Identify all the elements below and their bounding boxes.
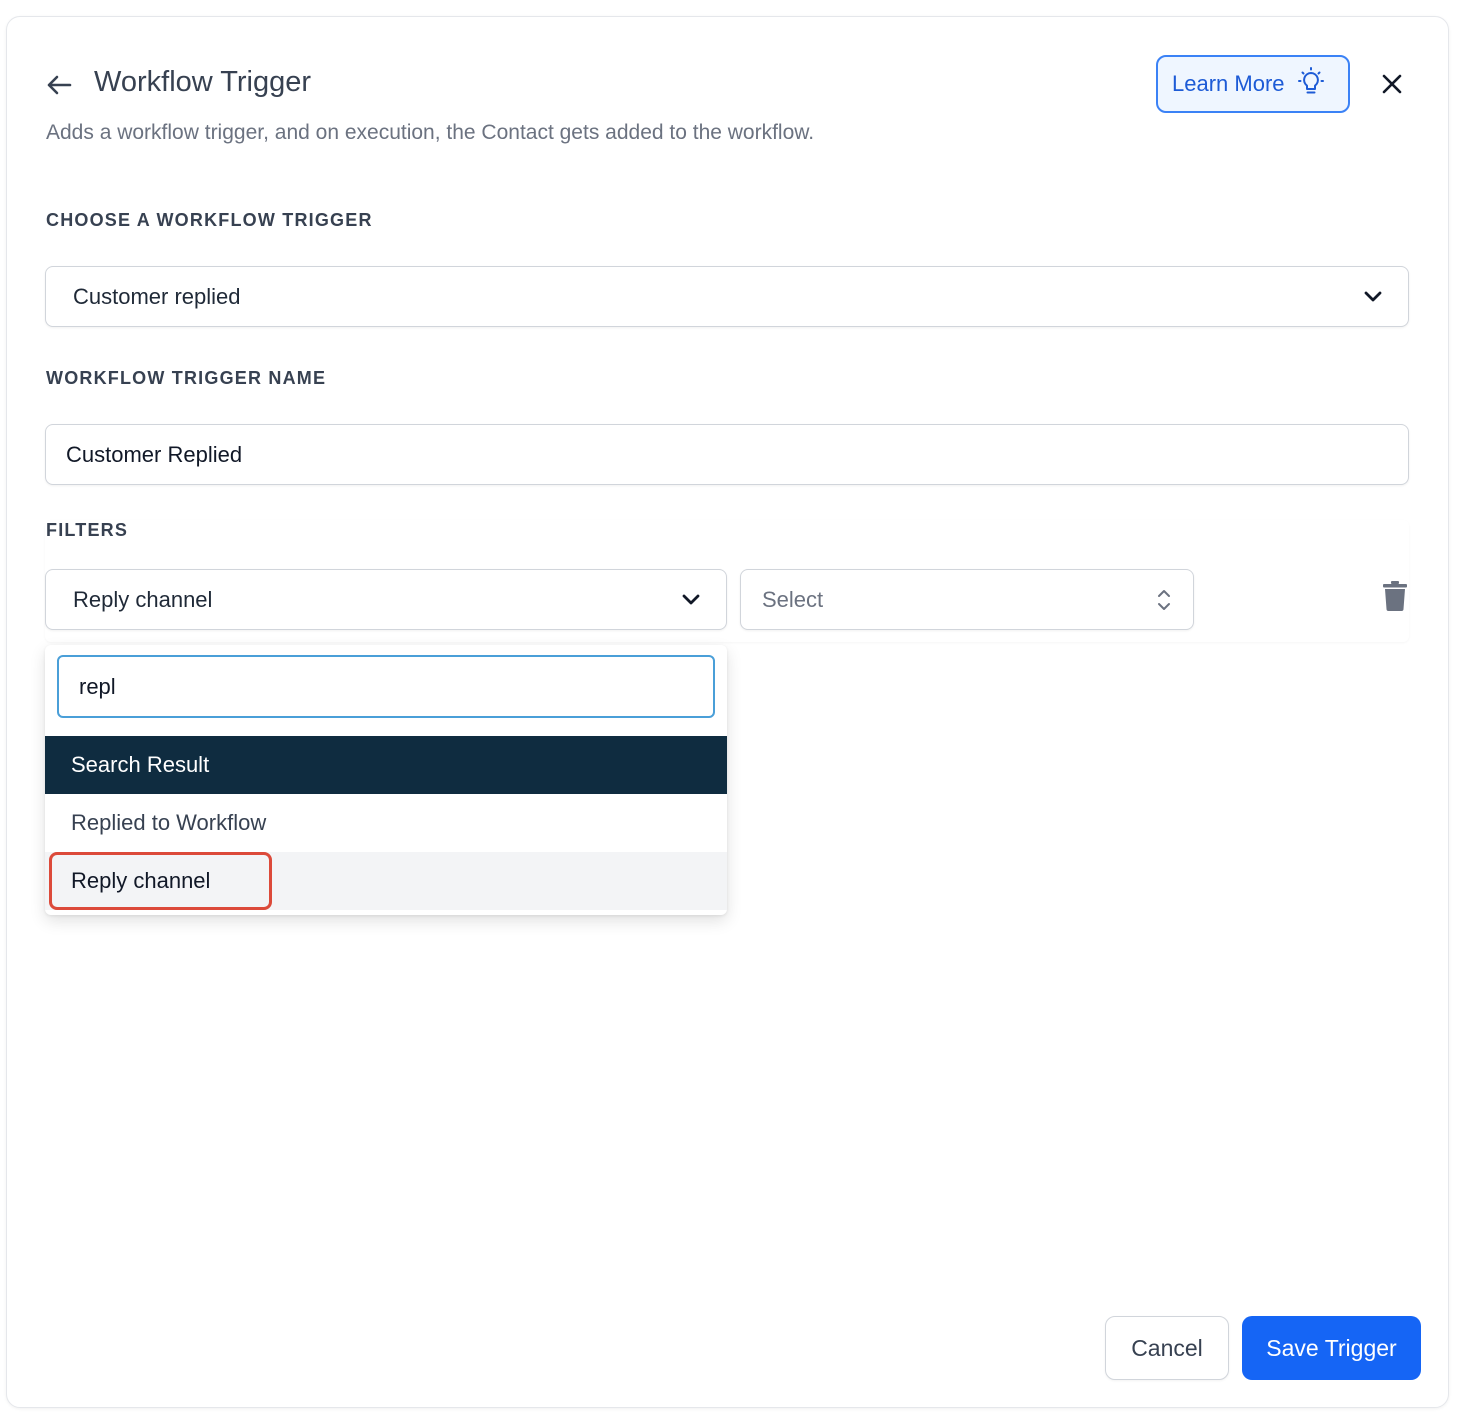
trigger-type-select[interactable]: Customer replied <box>45 266 1409 327</box>
trash-icon[interactable] <box>1382 580 1408 612</box>
option-replied-to-workflow[interactable]: Replied to Workflow <box>45 794 727 852</box>
filter-operator-select[interactable]: Select <box>740 569 1194 630</box>
search-result-header: Search Result <box>45 736 727 794</box>
lightbulb-icon <box>1295 66 1327 103</box>
close-icon[interactable] <box>1378 70 1406 98</box>
page-title: Workflow Trigger <box>94 66 312 98</box>
save-trigger-button[interactable]: Save Trigger <box>1242 1316 1421 1380</box>
option-reply-channel[interactable]: Reply channel <box>45 852 727 910</box>
filter-field-select[interactable]: Reply channel <box>45 569 727 630</box>
learn-more-label: Learn More <box>1172 71 1285 96</box>
filter-field-dropdown: Search Result Replied to Workflow Reply … <box>45 645 727 915</box>
chevron-updown-icon <box>1157 588 1171 612</box>
learn-more-button[interactable]: Learn More <box>1156 55 1350 113</box>
filter-field-value: Reply channel <box>73 586 213 612</box>
filters-label: FILTERS <box>46 520 129 540</box>
trigger-name-input[interactable] <box>45 424 1409 485</box>
chevron-down-icon <box>682 594 700 606</box>
chevron-down-icon <box>1364 291 1382 303</box>
trigger-type-value: Customer replied <box>73 283 241 309</box>
dropdown-search-input[interactable] <box>57 655 715 718</box>
trigger-type-label: CHOOSE A WORKFLOW TRIGGER <box>46 210 373 230</box>
cancel-button[interactable]: Cancel <box>1105 1316 1229 1380</box>
page-subtitle: Adds a workflow trigger, and on executio… <box>46 121 815 144</box>
filter-operator-placeholder: Select <box>762 586 824 612</box>
back-arrow-icon[interactable] <box>44 70 74 100</box>
trigger-name-label: WORKFLOW TRIGGER NAME <box>46 368 327 388</box>
